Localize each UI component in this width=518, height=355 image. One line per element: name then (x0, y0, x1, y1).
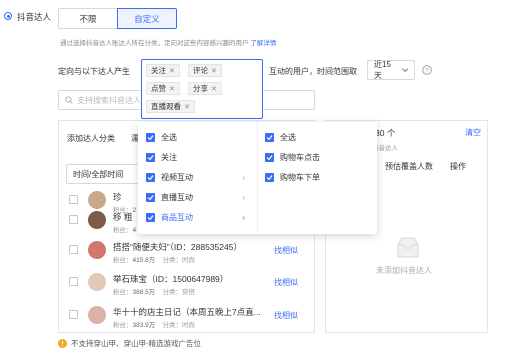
targeting-suffix: 互动的用户，时间范围取 (269, 67, 357, 76)
list-item[interactable]: 举石珠宝（ID：1500647989） 粉丝：388.5万 分类：穿搭 找相似 (66, 266, 314, 300)
chevron-right-icon: › (242, 172, 245, 182)
dropdown-divider (257, 122, 258, 234)
learn-more-link[interactable]: 了解详情 (250, 40, 276, 47)
search-icon (65, 96, 73, 104)
avatar (88, 211, 106, 229)
section-hint: 通过选择抖音达人账达人所在分类，定向对这些内容感兴趣的用户 了解详情 (60, 40, 277, 47)
option-sub-select-all[interactable]: 全选 (265, 128, 296, 146)
checkbox-checked-icon (146, 192, 155, 202)
tag-follow: 关注 ✕ (146, 64, 180, 77)
row-checkbox[interactable] (69, 277, 78, 286)
warning-icon (58, 339, 67, 348)
avatar (88, 241, 106, 259)
list-item[interactable]: 华十十的店主日记（本周五晚上7点直... 粉丝：383.9万 分类：时尚 找相似 (66, 299, 314, 333)
checkbox-checked-icon (265, 172, 274, 182)
chevron-right-icon: › (242, 192, 245, 202)
svg-text:?: ? (425, 67, 429, 74)
option-cart-order[interactable]: 购物车下单 (265, 168, 320, 186)
chevron-right-icon: › (242, 212, 245, 222)
clear-button[interactable]: 清空 (465, 127, 481, 138)
targeting-prefix: 定向与以下达人产生 (58, 67, 130, 76)
option-video-interaction[interactable]: 视频互动 › (146, 168, 254, 186)
option-product-interaction[interactable]: 商品互动 › (146, 208, 254, 226)
col-reach-header: 预估覆盖人数 (385, 162, 433, 171)
empty-inbox-icon (397, 237, 419, 258)
checkbox-checked-icon (146, 172, 155, 182)
avatar (88, 273, 106, 291)
checkbox-checked-icon (146, 152, 155, 162)
section-label: 抖音达人 (4, 0, 64, 30)
option-custom[interactable]: 自定义 (117, 8, 177, 29)
option-follow[interactable]: 关注 (146, 148, 177, 166)
find-similar-link[interactable]: 找相似 (274, 310, 298, 321)
find-similar-link[interactable]: 找相似 (274, 277, 298, 288)
option-live-interaction[interactable]: 直播互动 › (146, 188, 254, 206)
col-action-header: 操作 (450, 162, 466, 171)
checkbox-checked-icon (265, 152, 274, 162)
close-icon[interactable]: ✕ (211, 85, 217, 93)
row-checkbox[interactable] (69, 310, 78, 319)
close-icon[interactable]: ✕ (211, 67, 217, 75)
row-checkbox[interactable] (69, 215, 78, 224)
tag-like: 点赞 ✕ (146, 82, 180, 95)
row-checkbox[interactable] (69, 245, 78, 254)
option-select-all[interactable]: 全选 (146, 128, 177, 146)
row-checkbox[interactable] (69, 195, 78, 204)
find-similar-link[interactable]: 找相似 (274, 245, 298, 256)
tag-comment: 评论 ✕ (188, 64, 222, 77)
close-icon[interactable]: ✕ (169, 85, 175, 93)
option-unlimited[interactable]: 不限 (58, 8, 118, 29)
checkbox-checked-icon (146, 212, 155, 222)
interaction-type-dropdown[interactable]: 全选 关注 视频互动 › 直播互动 › 商品互动 › 全选 购物车点击 购物车下单 (138, 122, 377, 234)
help-icon[interactable]: ? (422, 65, 432, 75)
time-filter-select[interactable]: 时间/全部时间 (66, 164, 142, 184)
list-item[interactable]: 搭搭“随便夫妇”（ID：288535245） 粉丝：415.8万 分类：时尚 找… (66, 234, 314, 268)
add-category-label: 添加达人分类 (67, 134, 115, 143)
time-range-select[interactable]: 近15天 (367, 60, 415, 80)
checkbox-checked-icon (146, 132, 155, 142)
tag-share: 分享 ✕ (188, 82, 222, 95)
avatar (88, 306, 106, 324)
option-cart-click[interactable]: 购物车点击 (265, 148, 320, 166)
interaction-tag-select[interactable]: 关注 ✕ 评论 ✕ 点赞 ✕ 分享 ✕ 直播观看 ✕ (141, 59, 263, 119)
empty-text: 未添加抖音达人 (376, 266, 432, 275)
chevron-down-icon (401, 67, 408, 72)
tag-live-watch: 直播观看 ✕ (146, 100, 195, 113)
close-icon[interactable]: ✕ (184, 103, 190, 111)
checkbox-checked-icon (265, 132, 274, 142)
selected-count: 30 个 (375, 128, 396, 138)
close-icon[interactable]: ✕ (169, 67, 175, 75)
footer-note: 不支持穿山甲、穿山甲-精选游戏广告位 (58, 338, 201, 349)
radio-selected-icon[interactable] (4, 12, 12, 20)
